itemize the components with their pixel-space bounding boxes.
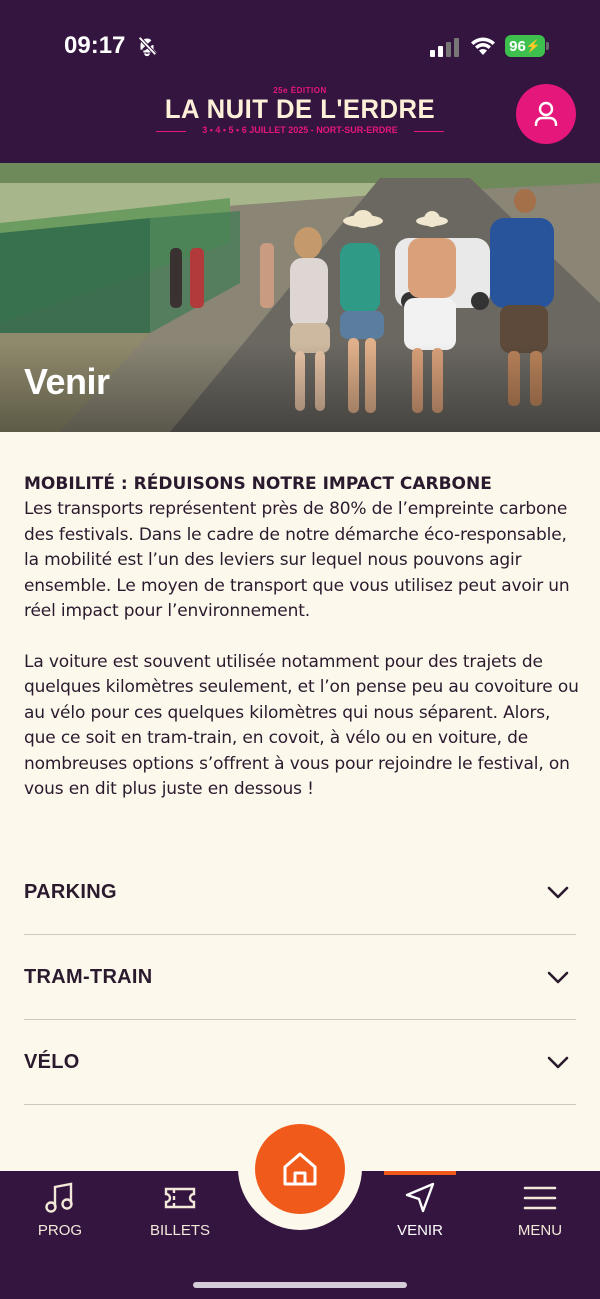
tab-label: PROG [37, 1222, 83, 1239]
cellular-signal-icon [430, 38, 459, 57]
charging-icon: ⚡ [525, 39, 541, 53]
festival-logo[interactable]: 25e ÉDITION LA NUIT DE L'ERDRE 3 • 4 • 5… [140, 86, 460, 146]
hamburger-menu-icon [523, 1186, 557, 1210]
intro-paragraph: Les transports représentent près de 80% … [24, 499, 570, 621]
accordion-item-velo[interactable]: VÉLO [24, 1020, 576, 1105]
logo-dates: 3 • 4 • 5 • 6 JUILLET 2025 [202, 125, 309, 135]
home-icon [283, 1152, 317, 1186]
accordion-label: PARKING [24, 880, 117, 903]
status-time: 09:17 [64, 32, 126, 59]
section-title: MOBILITÉ : RÉDUISONS NOTRE IMPACT CARBON… [24, 474, 492, 494]
accordion-label: VÉLO [24, 1050, 80, 1073]
chevron-down-icon [547, 886, 569, 899]
body-paragraph: La voiture est souvent utilisée notammen… [24, 651, 579, 800]
chevron-down-icon [547, 1056, 569, 1069]
navigation-arrow-icon [405, 1182, 435, 1213]
tab-label: MENU [517, 1222, 563, 1239]
home-indicator[interactable] [193, 1282, 407, 1288]
home-button[interactable] [255, 1124, 345, 1214]
user-icon [534, 101, 558, 126]
logo-dates-row: 3 • 4 • 5 • 6 JUILLET 2025 - NORT-SUR-ER… [140, 125, 460, 135]
silent-bell-icon [138, 36, 157, 57]
hero-image: Venir [0, 163, 600, 432]
logo-title: LA NUIT DE L'ERDRE [164, 94, 436, 124]
page-title: Venir [24, 361, 110, 402]
logo-location: NORT-SUR-ERDRE [316, 125, 398, 135]
transport-accordion: PARKING TRAM-TRAIN VÉLO [24, 850, 576, 1105]
accordion-item-tram-train[interactable]: TRAM-TRAIN [24, 935, 576, 1020]
main-content: MOBILITÉ : RÉDUISONS NOTRE IMPACT CARBON… [24, 472, 580, 803]
battery-indicator: 96 ⚡ [505, 35, 545, 57]
tab-prog[interactable]: PROG [0, 1180, 120, 1239]
logo-divider-right [414, 131, 444, 132]
tab-menu[interactable]: MENU [480, 1180, 600, 1239]
status-bar: 09:17 96 ⚡ [0, 0, 600, 80]
active-tab-indicator [384, 1171, 456, 1175]
tab-billets[interactable]: BILLETS [120, 1180, 240, 1239]
profile-button[interactable] [516, 84, 576, 144]
ticket-icon [164, 1187, 196, 1209]
logo-divider-left [156, 131, 186, 132]
wifi-icon [471, 37, 495, 55]
accordion-label: TRAM-TRAIN [24, 965, 153, 988]
battery-tip [546, 42, 549, 50]
music-note-icon [45, 1182, 73, 1213]
battery-level: 96 [509, 37, 526, 55]
tab-label: VENIR [397, 1222, 443, 1239]
tab-label: BILLETS [149, 1222, 211, 1239]
tab-venir[interactable]: VENIR [360, 1180, 480, 1239]
chevron-down-icon [547, 971, 569, 984]
accordion-item-parking[interactable]: PARKING [24, 850, 576, 935]
